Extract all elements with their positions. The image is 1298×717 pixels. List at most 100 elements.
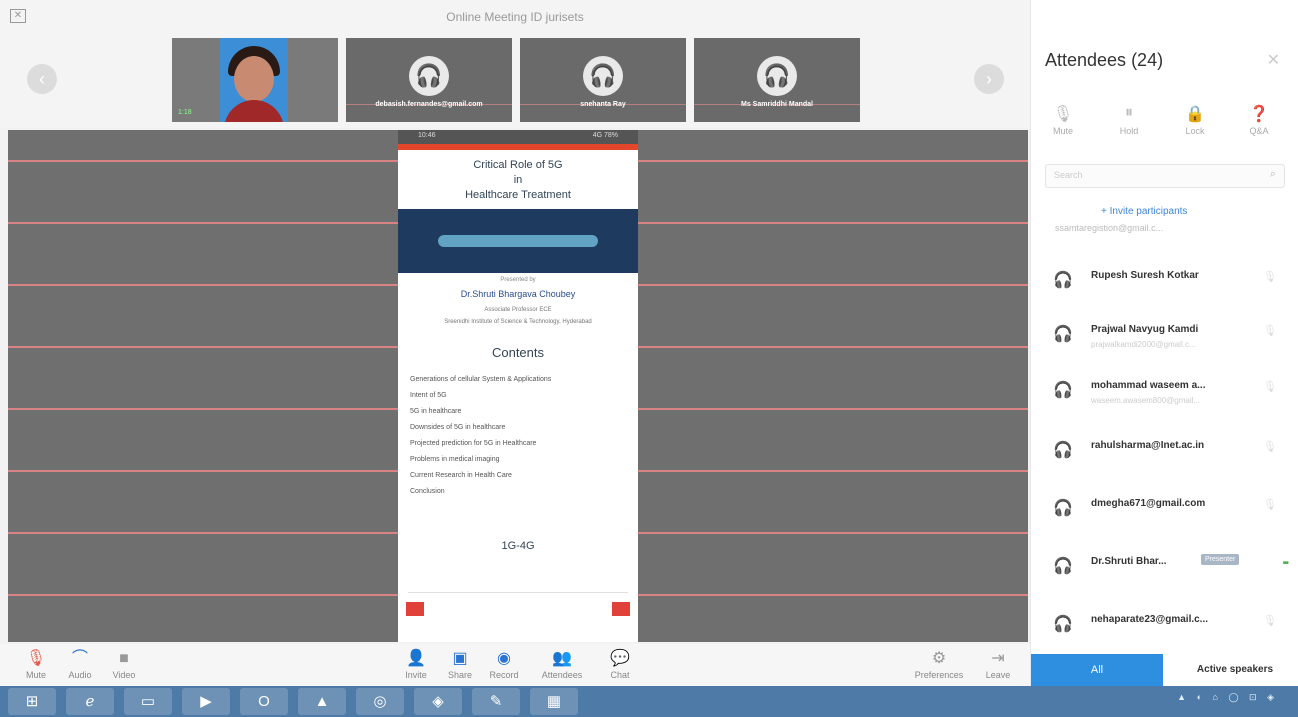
tab-active-speakers[interactable]: Active speakers [1171, 654, 1298, 686]
list-item: Generations of cellular System & Applica… [410, 376, 552, 383]
headset-icon: 🎧 [1053, 558, 1073, 575]
qa-icon: ❓ [1249, 106, 1269, 123]
mute-button[interactable]: 🎙 Mute [14, 648, 58, 680]
hold-button[interactable]: ⏸ Hold [1101, 104, 1157, 136]
exit-icon: ⇥ [991, 650, 1005, 667]
presented-by: Presented by [500, 277, 536, 283]
attendee-row[interactable]: 🎧 mohammad waseem a... waseem.awasem800@… [1031, 362, 1298, 420]
attendee-row[interactable]: 🎧 rahulsharma@Inet.ac.in 🎙 [1031, 422, 1298, 480]
next-slide-preview [398, 592, 638, 632]
strip-next-button[interactable]: › [974, 64, 1004, 94]
video-button[interactable]: ■ Video [102, 648, 146, 680]
media-player-icon[interactable]: ▶ [182, 688, 230, 715]
attendee-row[interactable]: 🎧 Prajwal Navyug Kamdi prajwalkamdi2000@… [1031, 306, 1298, 364]
mute-all-button[interactable]: 🎙 Mute [1035, 104, 1091, 136]
start-button-icon[interactable]: ⊞ [8, 688, 56, 715]
invite-participants-link[interactable]: + Invite participants [1101, 206, 1187, 217]
audio-button[interactable]: ⌒ Audio [58, 648, 102, 680]
headset-icon: 🎧 [1053, 272, 1073, 289]
lock-button[interactable]: 🔒 Lock [1167, 104, 1223, 136]
contents-list: Generations of cellular System & Applica… [410, 372, 638, 500]
video-tile[interactable]: 🎧 debasish.fernandes@gmail.com [346, 38, 512, 122]
attendee-name: rahulsharma@Inet.ac.in [1091, 440, 1205, 451]
attendees-title: Attendees (24) [1045, 50, 1164, 70]
image-viewer-icon[interactable]: ▦ [530, 688, 578, 715]
invite-button[interactable]: 👤 Invite [394, 648, 438, 680]
tile-name: Ms Samriddhi Mandal [741, 101, 813, 108]
list-item: Downsides of 5G in healthcare [410, 424, 506, 431]
microphone-icon: 🎙 [1052, 106, 1074, 123]
qa-button[interactable]: ❓ Q&A [1231, 104, 1287, 136]
microphone-icon: 🎙 [1263, 381, 1277, 393]
os-taskbar: ⊞ ℯ ▭ ▶ O ▲ ◎ ◈ ✎ ▦ ▲ ◐ ⌂ ◯ ⊡ ◈ [0, 686, 1298, 717]
attendees-button[interactable]: 👥 Attendees [540, 648, 584, 680]
attendee-row[interactable]: 🎧 dmegha671@gmail.com 🎙 [1031, 480, 1298, 538]
phone-status-bar: 10:46 4G 78% [398, 130, 638, 144]
attendee-row[interactable]: 🎧 Dr.Shruti Bhar... Presenter ••• [1031, 538, 1298, 596]
attendee-name: mohammad waseem a... [1091, 380, 1206, 391]
list-item: Current Research in Health Care [410, 472, 512, 479]
slide-tag: 1G-4G [501, 540, 535, 552]
microphone-icon: 🎙 [1263, 499, 1277, 511]
preferences-button[interactable]: ⚙ Preferences [908, 648, 970, 680]
attendee-row[interactable]: 🎧 nehaparate23@gmail.c... 🎙 [1031, 596, 1298, 654]
slide-author: Dr.Shruti Bhargava Choubey [460, 289, 576, 299]
attendee-name: dmegha671@gmail.com [1091, 498, 1206, 509]
vlc-icon[interactable]: ▲ [298, 688, 346, 715]
paint-icon[interactable]: ✎ [472, 688, 520, 715]
contents-heading: Contents [491, 345, 545, 360]
list-item: Intent of 5G [410, 392, 447, 399]
list-item: Conclusion [410, 488, 445, 495]
attendee-row[interactable]: 🎧 Rupesh Suresh Kotkar 🎙 [1031, 252, 1298, 310]
attendees-icon: 👥 [552, 650, 572, 667]
video-tile-presenter[interactable]: 1:18 [172, 38, 338, 122]
speaking-indicator-icon: ••• [1282, 558, 1288, 569]
record-button[interactable]: ◉ Record [482, 648, 526, 680]
presenter-badge: Presenter [1201, 554, 1240, 565]
microphone-icon: 🎙 [1263, 615, 1277, 627]
opera-icon[interactable]: O [240, 688, 288, 715]
attendee-tabs: All Active speakers [1031, 654, 1298, 686]
video-strip: ‹ 1:18 🎧 debasish.fernandes@gmail.com 🎧 … [0, 34, 1030, 128]
tile-name: snehanta Ray [580, 101, 626, 108]
chrome-icon[interactable]: ◎ [356, 688, 404, 715]
headset-avatar-icon: 🎧 [757, 56, 797, 96]
headset-icon: ⌒ [71, 650, 88, 667]
tile-badge: 1:18 [178, 109, 192, 116]
headset-icon: 🎧 [1053, 326, 1073, 343]
headset-avatar-icon: 🎧 [583, 56, 623, 96]
share-button[interactable]: ▣ Share [438, 648, 482, 680]
internet-explorer-icon[interactable]: ℯ [66, 688, 114, 715]
headset-icon: 🎧 [1053, 442, 1073, 459]
close-icon[interactable]: ✕ [1267, 50, 1280, 70]
strip-prev-button[interactable]: ‹ [27, 64, 57, 94]
headset-icon: 🎧 [1053, 500, 1073, 517]
leave-button[interactable]: ⇥ Leave [976, 648, 1020, 680]
tab-all[interactable]: All [1031, 654, 1163, 686]
slide-banner-image [398, 209, 638, 273]
meeting-toolbar: 🎙 Mute ⌒ Audio ■ Video 👤 Invite ▣ Share … [0, 644, 1030, 686]
add-user-icon: 👤 [406, 650, 426, 667]
attendee-name: Dr.Shruti Bhar... [1091, 556, 1167, 567]
microphone-icon: 🎙 [1263, 325, 1277, 337]
meeting-app-icon[interactable]: ◈ [414, 688, 462, 715]
attendee-email: prajwalkamdi2000@gmail.c... [1091, 340, 1196, 349]
microphone-icon: 🎙 [1263, 441, 1277, 453]
pause-icon: ⏸ [1124, 104, 1133, 121]
headset-icon: 🎧 [1053, 616, 1073, 633]
attendee-name: Prajwal Navyug Kamdi [1091, 324, 1199, 335]
video-tile[interactable]: 🎧 snehanta Ray [520, 38, 686, 122]
chat-icon: 💬 [610, 650, 630, 667]
system-tray[interactable]: ▲ ◐ ⌂ ◯ ⊡ ◈ [1177, 692, 1278, 703]
file-explorer-icon[interactable]: ▭ [124, 688, 172, 715]
video-tile[interactable]: 🎧 Ms Samriddhi Mandal [694, 38, 860, 122]
gear-icon: ⚙ [931, 650, 947, 667]
camera-feed [220, 38, 288, 122]
chat-button[interactable]: 💬 Chat [598, 648, 642, 680]
headset-icon: 🎧 [1053, 382, 1073, 399]
attendees-panel: Attendees (24) ✕ 🎙 Mute ⏸ Hold 🔒 Lock ❓ … [1030, 0, 1298, 686]
tile-name: debasish.fernandes@gmail.com [375, 101, 483, 108]
search-icon: ⌕ [1269, 168, 1276, 180]
window-title: Online Meeting ID jurisets [446, 10, 584, 24]
attendee-search-input[interactable]: Search ⌕ [1045, 164, 1285, 188]
